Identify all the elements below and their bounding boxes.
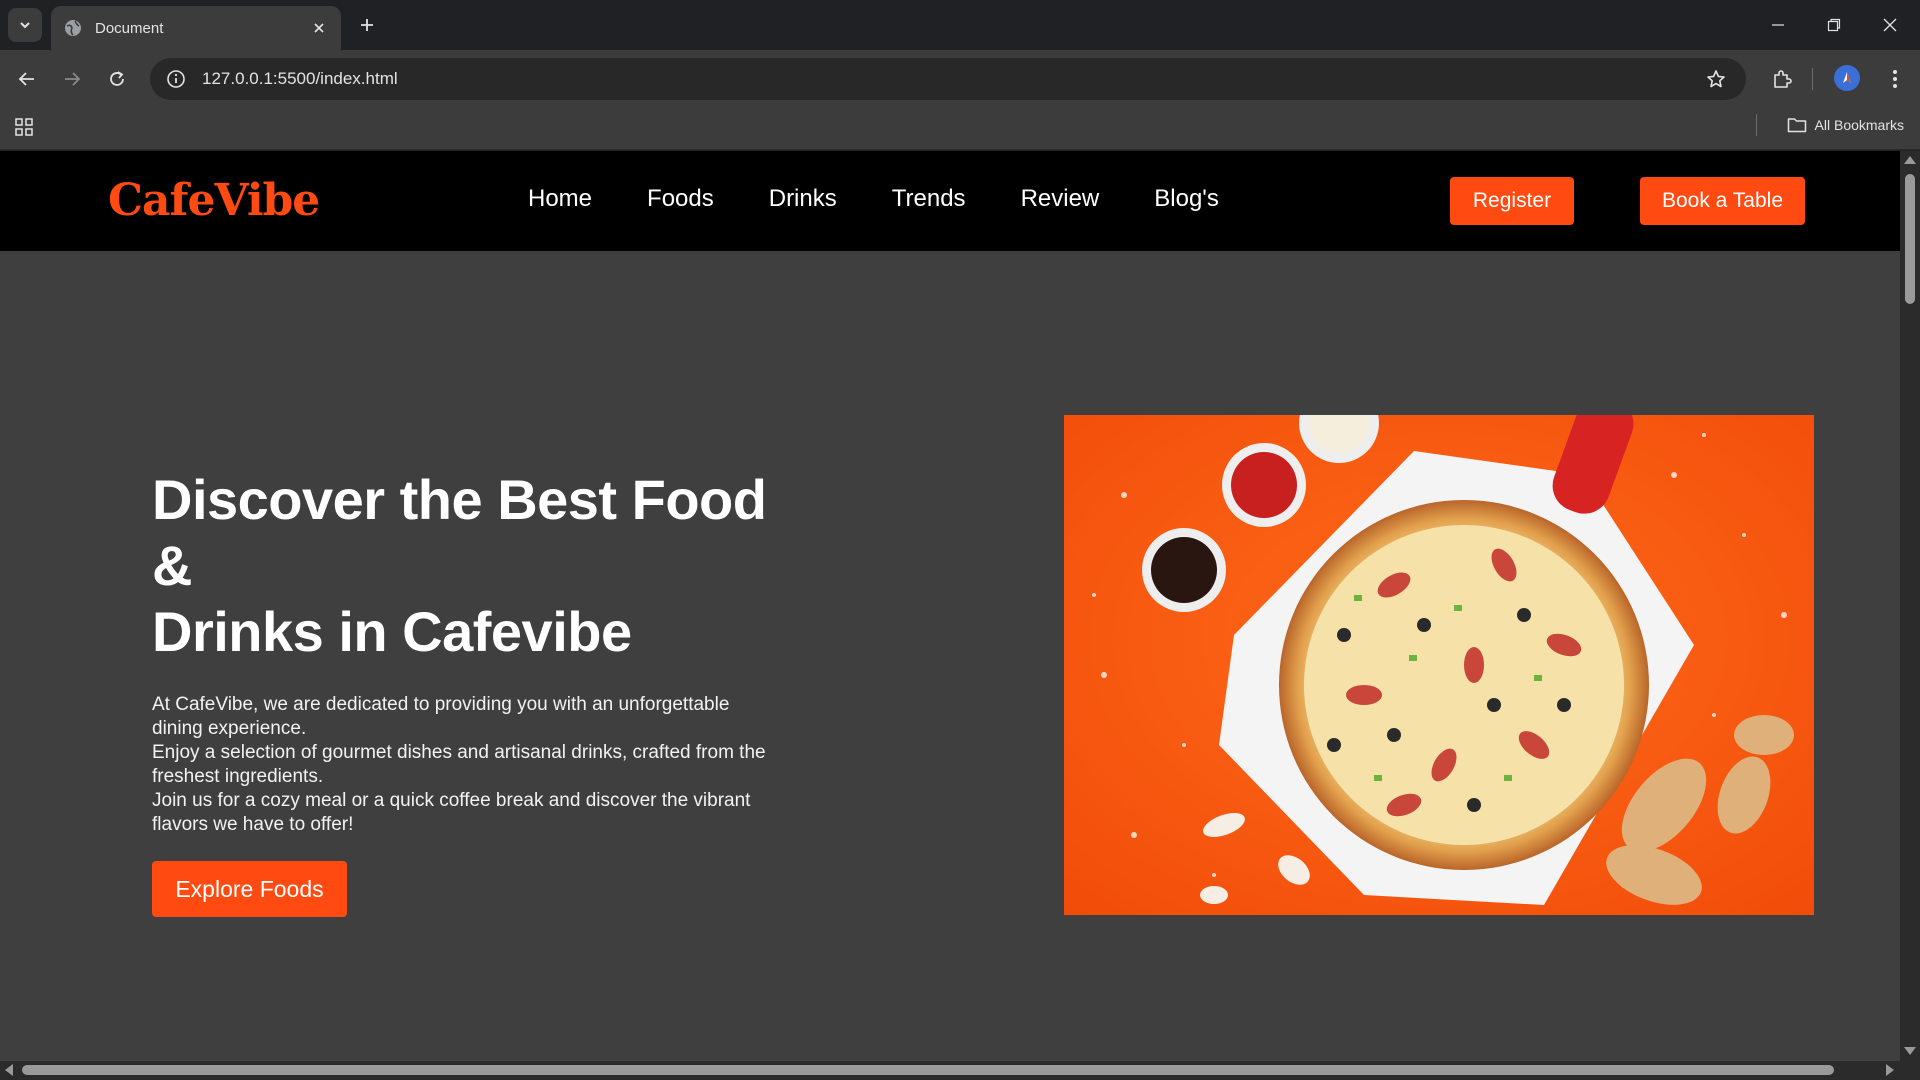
menu-item-trends[interactable]: Trends	[892, 185, 966, 213]
all-bookmarks-button[interactable]: All Bookmarks	[1787, 114, 1904, 136]
menu-item-home[interactable]: Home	[528, 185, 592, 213]
globe-icon	[65, 20, 81, 36]
site-info-button[interactable]	[164, 67, 188, 91]
scroll-up-arrow[interactable]	[1904, 156, 1916, 164]
scroll-left-arrow[interactable]	[5, 1064, 13, 1076]
minimize-button[interactable]	[1750, 0, 1806, 50]
profile-icon	[1843, 72, 1851, 83]
site-logo[interactable]: CafeVibe	[108, 175, 320, 226]
hero-paragraph: Enjoy a selection of gourmet dishes and …	[152, 742, 766, 787]
toolbar-separator	[1812, 68, 1813, 90]
star-icon	[1707, 70, 1725, 88]
bookmark-star-button[interactable]	[1696, 59, 1736, 99]
close-icon	[1883, 18, 1897, 32]
site-header: CafeVibe Home Foods Drinks Trends Review…	[0, 151, 1900, 251]
hero-pizza-image	[1064, 415, 1814, 915]
reload-icon	[110, 71, 124, 86]
menu-item-review[interactable]: Review	[1021, 185, 1100, 213]
menu-item-foods[interactable]: Foods	[647, 185, 714, 213]
address-bar[interactable]: 127.0.0.1:5500/index.html	[150, 58, 1746, 100]
register-button[interactable]: Register	[1450, 177, 1574, 225]
close-window-button[interactable]	[1862, 0, 1918, 50]
page-viewport: CafeVibe Home Foods Drinks Trends Review…	[0, 151, 1900, 1061]
pizza-illustration	[1064, 415, 1814, 915]
menu-dots-icon	[1893, 70, 1897, 88]
close-icon	[314, 23, 324, 33]
forward-icon	[65, 72, 81, 86]
hero-title: Discover the Best Food & Drinks in Cafev…	[152, 467, 852, 665]
restore-icon	[1827, 18, 1841, 32]
bookmarks-separator	[1756, 114, 1757, 136]
hero-title-line: &	[152, 534, 192, 597]
all-bookmarks-label: All Bookmarks	[1814, 117, 1904, 133]
menu-item-blogs[interactable]: Blog's	[1154, 185, 1219, 213]
restore-button[interactable]	[1806, 0, 1862, 50]
back-button[interactable]	[12, 64, 42, 94]
info-icon	[167, 70, 185, 88]
scroll-right-arrow[interactable]	[1886, 1064, 1894, 1076]
url-text[interactable]: 127.0.0.1:5500/index.html	[202, 69, 1696, 89]
horizontal-scroll-thumb[interactable]	[22, 1065, 1834, 1075]
extensions-icon	[1774, 70, 1792, 88]
new-tab-button[interactable]	[354, 12, 380, 38]
hero-paragraph: At CafeVibe, we are dedicated to providi…	[152, 694, 730, 739]
book-table-button[interactable]: Book a Table	[1640, 177, 1805, 225]
reload-button[interactable]	[102, 64, 132, 94]
plus-icon	[361, 19, 373, 31]
active-tab[interactable]: Document	[51, 6, 341, 50]
explore-foods-button[interactable]: Explore Foods	[152, 861, 347, 917]
apps-icon	[15, 118, 33, 136]
tab-title: Document	[95, 19, 164, 37]
menu-item-drinks[interactable]: Drinks	[769, 185, 837, 213]
browser-menu-button[interactable]	[1880, 64, 1910, 94]
back-icon	[18, 72, 34, 86]
tab-search-button[interactable]	[8, 8, 42, 42]
browser-toolbar: 127.0.0.1:5500/index.html	[0, 50, 1920, 108]
chevron-down-icon	[20, 22, 30, 29]
tab-close-button[interactable]	[309, 18, 329, 38]
extensions-button[interactable]	[1767, 64, 1797, 94]
scroll-down-arrow[interactable]	[1904, 1047, 1916, 1055]
hero-paragraph: Join us for a cozy meal or a quick coffe…	[152, 790, 751, 835]
hero-title-line: Discover the Best Food	[152, 468, 767, 531]
tab-strip: Document	[0, 0, 1920, 50]
profile-avatar[interactable]	[1834, 65, 1860, 91]
main-menu: Home Foods Drinks Trends Review Blog's	[528, 185, 1274, 213]
folder-icon	[1787, 118, 1806, 133]
hero-title-line: Drinks in Cafevibe	[152, 600, 632, 663]
bookmarks-bar	[0, 108, 1920, 150]
forward-button[interactable]	[57, 64, 87, 94]
hero-description: At CafeVibe, we are dedicated to providi…	[152, 693, 772, 837]
vertical-scroll-thumb[interactable]	[1905, 174, 1915, 304]
apps-button[interactable]	[13, 116, 35, 138]
minimize-icon	[1772, 24, 1784, 26]
